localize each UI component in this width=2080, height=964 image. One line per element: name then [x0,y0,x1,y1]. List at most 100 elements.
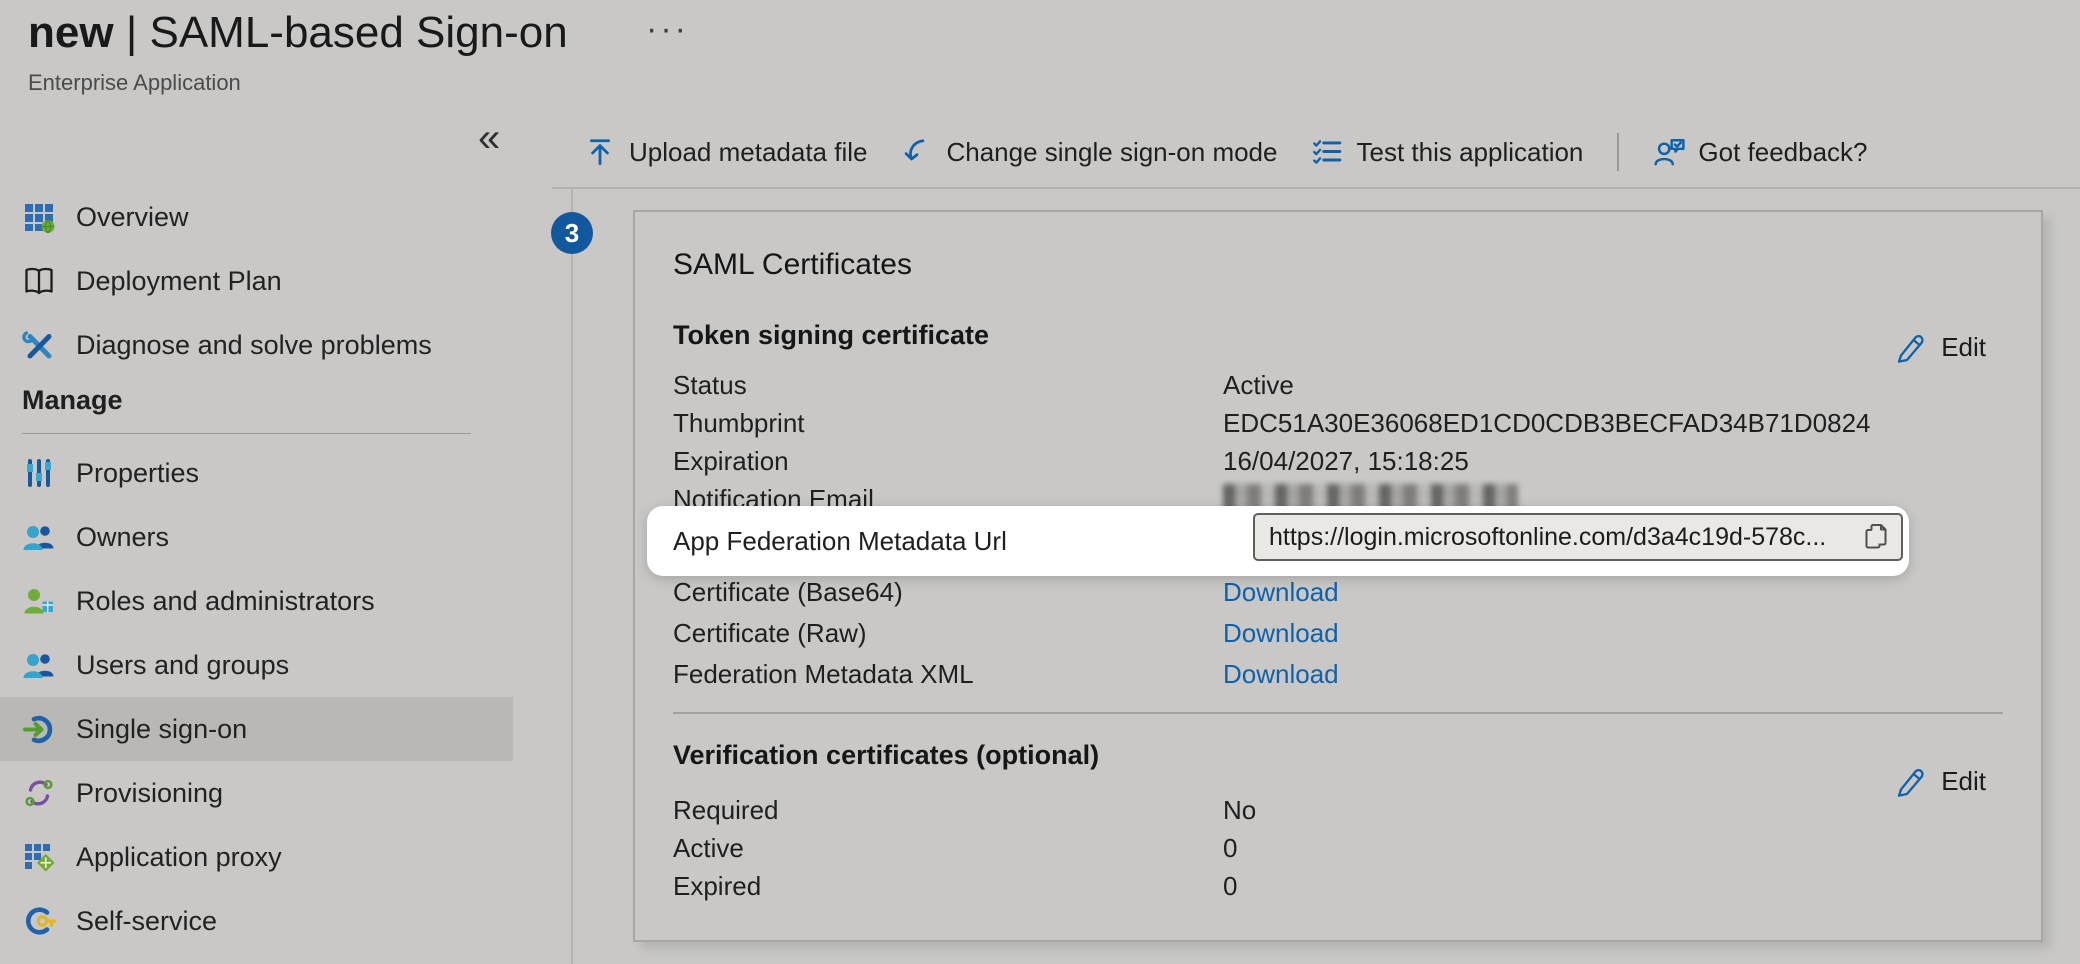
expiration-value: 16/04/2027, 15:18:25 [1223,446,1469,477]
saml-certificates-title: SAML Certificates [673,248,912,282]
sidebar-item-label: Users and groups [76,650,289,681]
sidebar-item-label: Single sign-on [76,714,247,745]
row-certificate-base64: Certificate (Base64) Download [673,573,2001,611]
token-signing-certificate-title: Token signing certificate [673,320,989,351]
sidebar-item-application-proxy[interactable]: Application proxy [0,825,513,889]
status-label: Status [673,370,1223,401]
got-feedback-label: Got feedback? [1698,137,1867,168]
app-federation-metadata-url-value: https://login.microsoftonline.com/d3a4c1… [1269,523,1853,552]
expired-value: 0 [1223,871,1237,902]
row-thumbprint: Thumbprint EDC51A30E36068ED1CD0CDB3BECFA… [673,404,2001,442]
pencil-icon [1894,330,1928,364]
step-3-badge: 3 [551,212,593,254]
diagnose-tools-icon [22,328,56,362]
test-application-button[interactable]: Test this application [1311,136,1583,168]
edit-label: Edit [1941,332,1986,363]
properties-sliders-icon [22,456,56,490]
page-title: new | SAML-based Sign-on [28,8,568,58]
app-name: new [28,8,114,57]
certificate-raw-label: Certificate (Raw) [673,618,1223,649]
overview-icon [22,200,56,234]
sidebar-item-self-service[interactable]: Self-service [0,889,513,953]
upload-metadata-file-label: Upload metadata file [629,137,867,168]
sidebar-item-properties[interactable]: Properties [0,441,513,505]
single-sign-on-icon [22,712,56,746]
certificate-base64-label: Certificate (Base64) [673,577,1223,608]
edit-token-signing-button[interactable]: Edit [1894,330,1986,364]
app-federation-metadata-url-field[interactable]: https://login.microsoftonline.com/d3a4c1… [1253,513,1903,561]
sidebar-item-owners[interactable]: Owners [0,505,513,569]
feedback-person-icon [1653,136,1685,168]
owners-people-icon [22,520,56,554]
verification-certificates-title: Verification certificates (optional) [673,740,1099,771]
active-label: Active [673,833,1223,864]
page-title-rest: | SAML-based Sign-on [126,8,568,57]
status-value: Active [1223,370,1294,401]
active-value: 0 [1223,833,1237,864]
upload-icon [584,136,616,168]
sidebar-item-label: Self-service [76,906,217,937]
collapse-sidebar-icon[interactable]: « [478,118,500,158]
sidebar-item-label: Owners [76,522,169,553]
change-sso-mode-label: Change single sign-on mode [946,137,1277,168]
got-feedback-button[interactable]: Got feedback? [1653,136,1867,168]
manage-divider [22,433,471,434]
download-certificate-base64-link[interactable]: Download [1223,577,1339,608]
sidebar-item-label: Diagnose and solve problems [76,330,432,361]
download-federation-metadata-xml-link[interactable]: Download [1223,659,1339,690]
change-sso-mode-button[interactable]: Change single sign-on mode [901,136,1277,168]
users-groups-icon [22,648,56,682]
app-federation-metadata-url-label: App Federation Metadata Url [673,526,1223,557]
row-certificate-raw: Certificate (Raw) Download [673,614,2001,652]
sidebar-item-deployment-plan[interactable]: Deployment Plan [0,249,513,313]
panel-section-divider [673,712,2003,714]
upload-metadata-file-button[interactable]: Upload metadata file [584,136,867,168]
sidebar-item-label: Properties [76,458,199,489]
deployment-plan-icon [22,264,56,298]
step-connector-line [571,187,573,964]
sidebar-item-label: Provisioning [76,778,223,809]
sidebar: Overview Deployment Plan Diagnose and so… [0,185,513,953]
saml-certificates-panel: SAML Certificates Token signing certific… [633,210,2043,942]
row-federation-metadata-xml: Federation Metadata XML Download [673,655,2001,693]
test-application-label: Test this application [1356,137,1583,168]
more-options-icon[interactable]: ··· [646,10,689,49]
federation-metadata-xml-label: Federation Metadata XML [673,659,1223,690]
sidebar-item-label: Overview [76,202,189,233]
sidebar-item-diagnose[interactable]: Diagnose and solve problems [0,313,513,377]
application-proxy-icon [22,840,56,874]
sidebar-item-roles-administrators[interactable]: Roles and administrators [0,569,513,633]
sidebar-item-overview[interactable]: Overview [0,185,513,249]
row-status: Status Active [673,366,2001,404]
toolbar-separator [1617,133,1619,171]
saml-sign-on-page: new | SAML-based Sign-on ··· Enterprise … [0,0,2080,964]
row-required: Required No [673,791,2001,829]
expired-label: Expired [673,871,1223,902]
row-active-count: Active 0 [673,829,2001,867]
thumbprint-label: Thumbprint [673,408,1223,439]
copy-icon[interactable] [1861,522,1891,552]
manage-section-label: Manage [22,385,123,416]
sidebar-item-single-sign-on[interactable]: Single sign-on [0,697,513,761]
page-subtitle: Enterprise Application [28,70,241,96]
checklist-icon [1311,136,1343,168]
row-expired-count: Expired 0 [673,867,2001,905]
sidebar-item-label: Roles and administrators [76,586,375,617]
undo-arrow-icon [901,136,933,168]
required-value: No [1223,795,1256,826]
command-bar: Upload metadata file Change single sign-… [584,120,1868,184]
toolbar-divider-line [552,187,2080,189]
sidebar-item-label: Deployment Plan [76,266,282,297]
thumbprint-value: EDC51A30E36068ED1CD0CDB3BECFAD34B71D0824 [1223,408,1871,439]
download-certificate-raw-link[interactable]: Download [1223,618,1339,649]
self-service-key-icon [22,904,56,938]
roles-person-cube-icon [22,584,56,618]
provisioning-sync-icon [22,776,56,810]
sidebar-item-label: Application proxy [76,842,282,873]
sidebar-item-users-groups[interactable]: Users and groups [0,633,513,697]
row-expiration: Expiration 16/04/2027, 15:18:25 [673,442,2001,480]
sidebar-section-manage: Manage [0,377,513,441]
expiration-label: Expiration [673,446,1223,477]
required-label: Required [673,795,1223,826]
sidebar-item-provisioning[interactable]: Provisioning [0,761,513,825]
